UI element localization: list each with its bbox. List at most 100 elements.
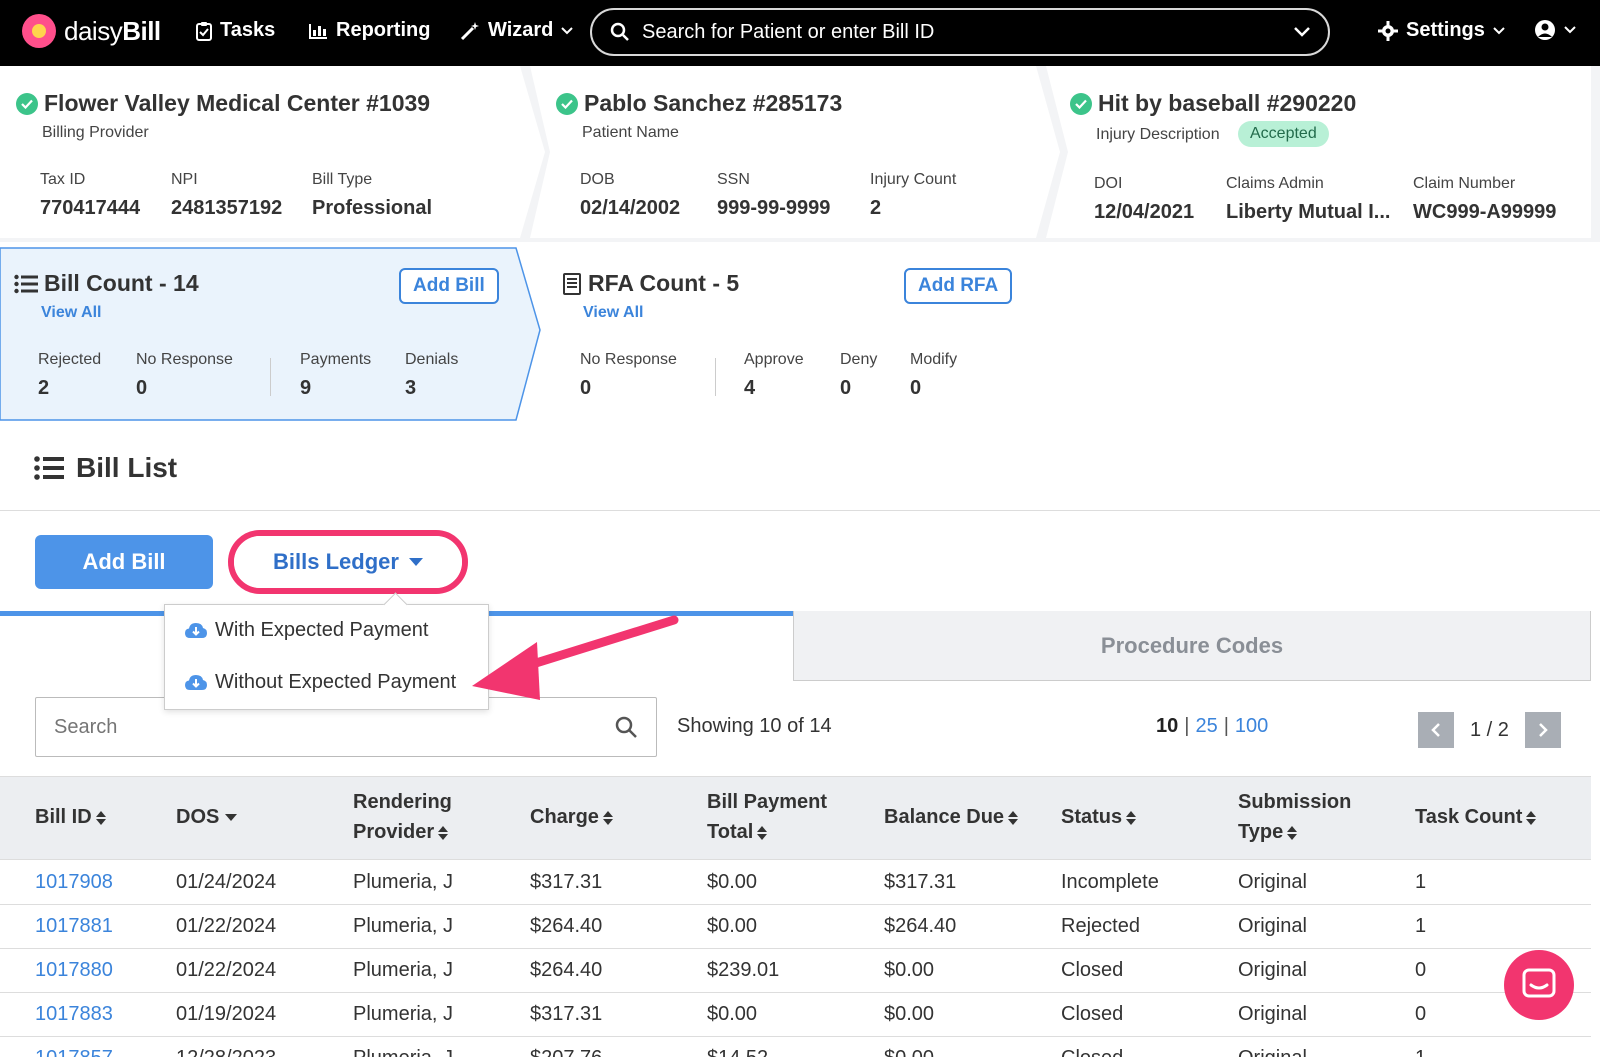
nav-settings[interactable]: Settings xyxy=(1378,19,1505,42)
logo-text: daisyBill xyxy=(64,15,161,46)
cell-charge: $317.31 xyxy=(530,1003,603,1025)
col-header-submission-type[interactable]: Submission Type xyxy=(1238,787,1351,847)
sort-icon xyxy=(1526,810,1537,825)
dropdown-item-without-expected-payment[interactable]: Without Expected Payment xyxy=(185,671,456,694)
payments-value[interactable]: 9 xyxy=(300,377,311,400)
col-header-charge[interactable]: Charge xyxy=(530,802,613,832)
bill-type-value: Professional xyxy=(312,197,433,219)
bill-id-link[interactable]: 1017883 xyxy=(35,1003,113,1026)
patient-search-bar[interactable]: Search for Patient or enter Bill ID xyxy=(590,8,1330,56)
table-row[interactable]: 1017857 12/28/2023 Plumeria, J $207.76 $… xyxy=(0,1037,1591,1057)
daisybill-logo[interactable]: daisyBill xyxy=(22,14,161,48)
nav-wizard[interactable]: Wizard xyxy=(460,19,574,42)
bills-ledger-dropdown: With Expected Payment Without Expected P… xyxy=(164,604,489,710)
rfa-no-response-value[interactable]: 0 xyxy=(580,377,591,400)
card-chevron-shapes xyxy=(0,66,1591,421)
table-row[interactable]: 1017880 01/22/2024 Plumeria, J $264.40 $… xyxy=(0,949,1591,993)
cell-task-count: 1 xyxy=(1415,871,1427,893)
patient-card-title[interactable]: Pablo Sanchez #285173 xyxy=(556,90,842,117)
per-page-10[interactable]: 10 xyxy=(1156,715,1178,738)
rejected-value[interactable]: 2 xyxy=(38,377,49,400)
nav-reporting[interactable]: Reporting xyxy=(308,19,430,42)
table-row[interactable]: 1017883 01/19/2024 Plumeria, J $317.31 $… xyxy=(0,993,1591,1037)
col-header-rendering-provider[interactable]: Rendering Provider xyxy=(353,787,452,847)
nav-wizard-label: Wizard xyxy=(488,19,554,41)
dob-label: DOB xyxy=(580,171,615,188)
bills-ledger-button[interactable]: Bills Ledger xyxy=(234,536,462,588)
cell-dos: 01/22/2024 xyxy=(176,959,277,981)
bill-no-response-value[interactable]: 0 xyxy=(136,377,147,400)
gear-icon xyxy=(1378,20,1398,41)
cell-balance: $264.40 xyxy=(884,915,957,937)
bill-count-title: Bill Count - 14 xyxy=(14,270,199,297)
col-header-status[interactable]: Status xyxy=(1061,802,1137,832)
cell-balance: $0.00 xyxy=(884,1047,934,1057)
rfa-view-all-link[interactable]: View All xyxy=(583,304,643,322)
support-chat-button[interactable] xyxy=(1504,950,1574,1020)
stat-divider xyxy=(270,358,271,396)
per-page-selector: 10 | 25 | 100 xyxy=(1156,715,1268,738)
col-header-dos[interactable]: DOS xyxy=(176,802,238,832)
nav-tasks[interactable]: Tasks xyxy=(196,19,275,42)
approve-value[interactable]: 4 xyxy=(744,377,755,400)
tab-procedure-codes[interactable]: Procedure Codes xyxy=(793,611,1591,681)
per-page-100[interactable]: 100 xyxy=(1235,715,1268,738)
col-header-bill-payment-total[interactable]: Bill Payment Total xyxy=(707,787,827,847)
search-icon[interactable] xyxy=(614,715,638,739)
list-icon xyxy=(14,274,38,293)
dropdown-item-label: Without Expected Payment xyxy=(215,671,457,693)
col-header-balance-due[interactable]: Balance Due xyxy=(884,802,1019,832)
bill-search-input[interactable] xyxy=(54,715,614,739)
patient-subtitle: Patient Name xyxy=(582,124,679,141)
modify-value[interactable]: 0 xyxy=(910,377,921,400)
cell-status: Incomplete xyxy=(1061,871,1159,893)
dropdown-item-with-expected-payment[interactable]: With Expected Payment xyxy=(185,619,428,642)
bill-id-link[interactable]: 1017880 xyxy=(35,959,113,982)
cell-task-count: 0 xyxy=(1415,1003,1427,1025)
add-rfa-button[interactable]: Add RFA xyxy=(904,268,1013,304)
table-row[interactable]: 1017881 01/22/2024 Plumeria, J $264.40 $… xyxy=(0,905,1591,949)
page-indicator: 1 / 2 xyxy=(1470,718,1509,741)
bills-view-all-link[interactable]: View All xyxy=(41,304,101,322)
cell-task-count: 1 xyxy=(1415,1047,1426,1057)
tax-id-value: 770417444 xyxy=(40,197,141,219)
bill-id-link[interactable]: 1017881 xyxy=(35,915,113,938)
deny-value[interactable]: 0 xyxy=(840,377,851,400)
nav-user-menu[interactable] xyxy=(1534,19,1576,41)
results-count: Showing 10 of 14 xyxy=(677,715,832,737)
cell-provider: Plumeria, J xyxy=(353,871,454,893)
prev-page-button[interactable] xyxy=(1418,712,1454,748)
chevron-down-icon[interactable] xyxy=(1294,27,1310,37)
bill-count-text: Bill Count - 14 xyxy=(44,270,199,296)
col-header-bill-id[interactable]: Bill ID xyxy=(35,802,106,832)
next-page-button[interactable] xyxy=(1524,712,1561,748)
cloud-download-icon xyxy=(185,622,207,638)
bill-id-link[interactable]: 1017908 xyxy=(35,871,113,894)
doi-value: 12/04/2021 xyxy=(1094,201,1195,223)
claims-admin-value[interactable]: Liberty Mutual I... xyxy=(1226,201,1390,224)
cell-status: Closed xyxy=(1061,1003,1124,1025)
provider-card-title[interactable]: Flower Valley Medical Center #1039 xyxy=(16,90,430,117)
cell-submission-type: Original xyxy=(1238,1003,1307,1025)
col-header-task-count[interactable]: Task Count xyxy=(1415,802,1537,832)
rejected-label: Rejected xyxy=(38,351,102,368)
add-bill-card-button[interactable]: Add Bill xyxy=(399,268,499,304)
chevron-down-icon xyxy=(1564,26,1576,34)
bill-id-link[interactable]: 1017857 xyxy=(35,1047,113,1057)
bill-list-heading: Bill List xyxy=(34,452,177,484)
sort-icon xyxy=(1126,810,1137,825)
patient-name: Pablo Sanchez #285173 xyxy=(584,90,843,116)
denials-value[interactable]: 3 xyxy=(405,377,416,400)
rfa-no-response-label: No Response xyxy=(580,351,677,368)
cell-submission-type: Original xyxy=(1238,871,1307,893)
injury-card-title[interactable]: Hit by baseball #290220 xyxy=(1070,90,1356,117)
per-page-25[interactable]: 25 xyxy=(1195,715,1217,738)
provider-subtitle: Billing Provider xyxy=(42,124,149,141)
cell-task-count: 0 xyxy=(1415,959,1427,981)
ssn-label: SSN xyxy=(717,171,750,188)
add-bill-button[interactable]: Add Bill xyxy=(35,535,213,589)
cell-status: Closed xyxy=(1061,1047,1123,1057)
table-row[interactable]: 1017908 01/24/2024 Plumeria, J $317.31 $… xyxy=(0,861,1591,905)
cell-provider: Plumeria, J xyxy=(353,915,454,937)
modify-label: Modify xyxy=(910,351,958,368)
